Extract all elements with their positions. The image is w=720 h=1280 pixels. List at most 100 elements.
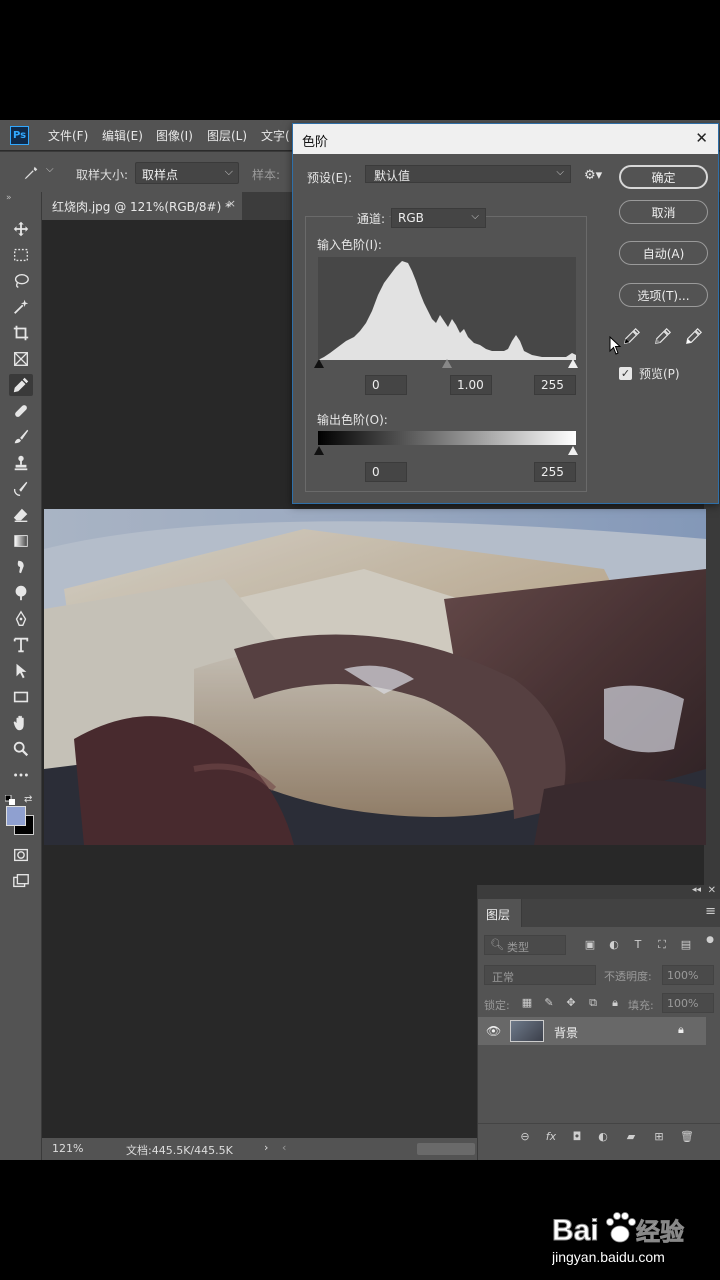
input-white-field[interactable]: 255 xyxy=(534,375,576,395)
input-gamma-field[interactable]: 1.00 xyxy=(450,375,492,395)
cancel-button[interactable]: 取消 xyxy=(619,200,708,224)
eraser-tool-icon[interactable] xyxy=(9,504,33,526)
gray-eyedropper-icon[interactable] xyxy=(654,327,674,347)
layer-style-icon[interactable]: fx xyxy=(544,1130,558,1144)
menu-image[interactable]: 图像(I) xyxy=(156,127,193,144)
panel-menu-icon[interactable]: ≡ xyxy=(705,904,716,919)
new-adjustment-layer-icon[interactable]: ◐ xyxy=(596,1130,610,1144)
lock-image-icon[interactable]: ✎ xyxy=(542,996,556,1010)
opacity-field[interactable]: 100% xyxy=(662,965,714,985)
dodge-tool-icon[interactable] xyxy=(9,582,33,604)
screen-mode-icon[interactable] xyxy=(9,870,33,892)
input-black-field[interactable]: 0 xyxy=(365,375,407,395)
lock-position-icon[interactable]: ✥ xyxy=(564,996,578,1010)
menu-edit[interactable]: 编辑(E) xyxy=(102,127,143,144)
black-eyedropper-icon[interactable] xyxy=(623,327,643,347)
move-tool-icon[interactable] xyxy=(9,218,33,240)
foreground-color-swatch[interactable] xyxy=(6,806,26,826)
collapse-panel-icon[interactable]: ◂◂ xyxy=(692,885,701,895)
pen-tool-icon[interactable] xyxy=(9,608,33,630)
filter-adjustment-icon[interactable]: ◐ xyxy=(607,938,621,952)
new-layer-icon[interactable]: ⊞ xyxy=(652,1130,666,1144)
lasso-tool-icon[interactable] xyxy=(9,270,33,292)
chevron-down-icon[interactable]: ⌵ xyxy=(46,164,54,175)
close-panel-icon[interactable]: ✕ xyxy=(708,885,716,896)
lock-artboard-icon[interactable]: ⧉ xyxy=(586,996,600,1010)
path-selection-tool-icon[interactable] xyxy=(9,660,33,682)
white-eyedropper-icon[interactable] xyxy=(685,327,705,347)
filter-shape-icon[interactable]: ⛶ xyxy=(655,938,669,952)
status-menu-arrow-icon[interactable]: › xyxy=(264,1141,268,1154)
zoom-tool-icon[interactable] xyxy=(9,738,33,760)
crop-tool-icon[interactable] xyxy=(9,322,33,344)
menu-file[interactable]: 文件(F) xyxy=(48,127,88,144)
eyedropper-tool-preset-icon[interactable] xyxy=(22,164,42,182)
frame-tool-icon[interactable] xyxy=(9,348,33,370)
rectangle-tool-icon[interactable] xyxy=(9,686,33,708)
close-icon[interactable]: ✕ xyxy=(695,129,708,147)
zoom-level[interactable]: 121% xyxy=(52,1142,83,1155)
menu-layer[interactable]: 图层(L) xyxy=(207,127,247,144)
input-gamma-slider[interactable] xyxy=(442,359,452,368)
clone-stamp-tool-icon[interactable] xyxy=(9,452,33,474)
fill-field[interactable]: 100% xyxy=(662,993,714,1013)
channel-select[interactable]: RGB ⌵ xyxy=(391,208,486,228)
output-white-slider[interactable] xyxy=(568,446,578,455)
quick-mask-icon[interactable] xyxy=(9,844,33,866)
marquee-tool-icon[interactable] xyxy=(9,244,33,266)
document-tab[interactable]: 红烧肉.jpg @ 121%(RGB/8#) * × xyxy=(42,192,242,220)
link-layers-icon[interactable]: ⊖ xyxy=(518,1130,532,1144)
smudge-tool-icon[interactable] xyxy=(9,556,33,578)
menu-type[interactable]: 文字( xyxy=(261,127,290,144)
output-black-slider[interactable] xyxy=(314,446,324,455)
ok-button[interactable]: 确定 xyxy=(619,165,708,189)
levels-dialog-titlebar[interactable]: 色阶 ✕ xyxy=(293,124,718,154)
delete-layer-icon[interactable]: 🗑︎ xyxy=(680,1130,694,1144)
preset-gear-icon[interactable]: ⚙▾ xyxy=(584,168,602,183)
horizontal-scrollbar-thumb[interactable] xyxy=(417,1143,475,1155)
more-tools-icon[interactable] xyxy=(9,764,33,786)
filter-smart-object-icon[interactable]: ▤ xyxy=(679,938,693,952)
default-colors-icon[interactable] xyxy=(4,794,15,805)
hand-tool-icon[interactable] xyxy=(9,712,33,734)
auto-button[interactable]: 自动(A) xyxy=(619,241,708,265)
layer-filter-select[interactable]: 🔍︎ 类型 xyxy=(484,935,566,955)
healing-brush-tool-icon[interactable] xyxy=(9,400,33,422)
new-group-icon[interactable]: ▰ xyxy=(624,1130,638,1144)
scroll-left-icon[interactable]: ‹ xyxy=(282,1141,286,1154)
eyedropper-tool-icon[interactable] xyxy=(9,374,33,396)
blend-mode-select[interactable]: 正常 xyxy=(484,965,596,985)
chevron-down-icon: ⌵ xyxy=(224,165,233,178)
eye-icon[interactable]: 👁︎ xyxy=(486,1024,501,1038)
sample-size-select[interactable]: 取样点 ⌵ xyxy=(135,162,239,184)
levels-dialog-title: 色阶 xyxy=(302,135,329,150)
layers-tab-bar: ≡ xyxy=(522,899,720,927)
preset-value: 默认值 xyxy=(374,169,411,183)
brush-tool-icon[interactable] xyxy=(9,426,33,448)
output-black-field[interactable]: 0 xyxy=(365,462,407,482)
lock-all-icon[interactable]: 🔒︎ xyxy=(608,996,622,1010)
filter-toggle-icon[interactable]: ● xyxy=(703,933,717,947)
add-mask-icon[interactable]: ◘ xyxy=(570,1130,584,1144)
history-brush-tool-icon[interactable] xyxy=(9,478,33,500)
layer-row[interactable]: 👁︎ 背景 🔒︎ xyxy=(478,1017,706,1045)
close-icon[interactable]: × xyxy=(227,197,236,210)
lock-transparent-icon[interactable]: ▦ xyxy=(520,996,534,1010)
filter-type-icon[interactable]: T xyxy=(631,938,645,952)
input-black-point-slider[interactable] xyxy=(314,359,324,368)
magic-wand-tool-icon[interactable] xyxy=(9,296,33,318)
tab-layers[interactable]: 图层 xyxy=(478,899,522,927)
type-tool-icon[interactable] xyxy=(9,634,33,656)
gradient-tool-icon[interactable] xyxy=(9,530,33,552)
swap-colors-icon[interactable]: ⇄ xyxy=(24,794,32,805)
layers-panel: ◂◂ ✕ ≡ 图层 🔍︎ 类型 ▣ ◐ T ⛶ ▤ ● 正常 不透明度: 100… xyxy=(477,885,720,1160)
input-white-point-slider[interactable] xyxy=(568,359,578,368)
preset-select[interactable]: 默认值 ⌵ xyxy=(365,165,571,183)
layer-name[interactable]: 背景 xyxy=(554,1024,578,1041)
preview-checkbox[interactable]: ✓ xyxy=(619,367,632,380)
output-white-field[interactable]: 255 xyxy=(534,462,576,482)
options-button[interactable]: 选项(T)... xyxy=(619,283,708,307)
output-gradient-bar xyxy=(318,431,576,445)
filter-pixel-icon[interactable]: ▣ xyxy=(583,938,597,952)
collapse-icon[interactable]: » xyxy=(6,193,12,203)
